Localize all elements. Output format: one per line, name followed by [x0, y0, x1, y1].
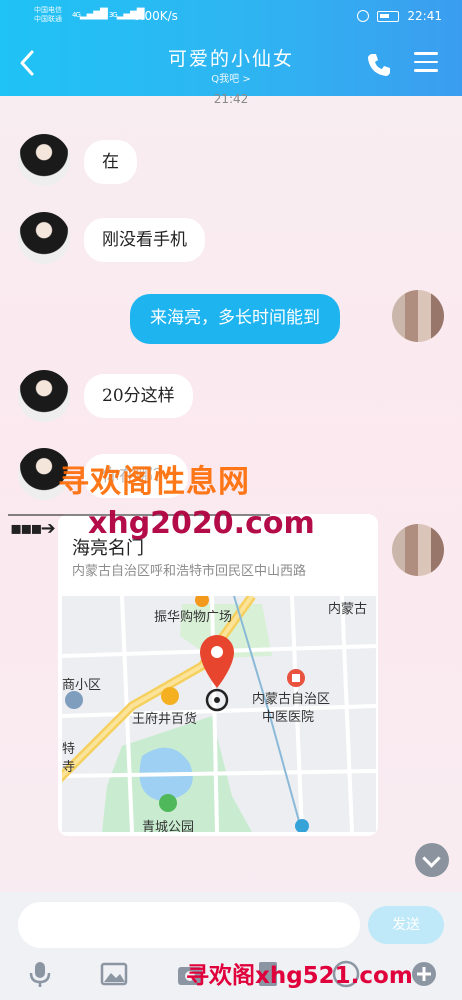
contact-avatar[interactable] [18, 212, 70, 264]
map-label: 商小区 [62, 678, 102, 693]
location-card[interactable]: 海亮名门 内蒙古自治区呼和浩特市回民区中山西路 振华购物广场 内蒙古 商小区 王… [58, 514, 378, 836]
carrier-1: 中国电信 [34, 6, 62, 14]
map-label: 王府井百货 [132, 712, 198, 727]
net-speed: 0.00K/s [133, 9, 178, 23]
my-avatar[interactable] [392, 290, 444, 342]
map-label: 青城公园 [142, 820, 195, 832]
message-timestamp: 21:42 [213, 92, 249, 106]
chat-subtitle[interactable]: Q我吧 > [0, 70, 462, 85]
map-label: 中医医院 [262, 710, 315, 725]
map-label: 振华购物广场 [154, 610, 233, 625]
status-clock: 22:41 [407, 9, 442, 23]
carrier-labels: 中国电信 中国联通 [34, 6, 62, 24]
image-icon[interactable] [100, 960, 128, 988]
map-label: 特 [62, 742, 76, 757]
message-bubble-sent: 来海亮，多长时间能到 [130, 294, 340, 344]
signal-1-label: 4G [72, 11, 81, 19]
scroll-down-button[interactable] [415, 843, 449, 877]
phone-icon[interactable] [366, 52, 392, 78]
watermark-bottom: 寻欢阁xhg521.com [186, 963, 413, 989]
my-avatar[interactable] [392, 524, 444, 576]
message-bubble-received: 20分这样 [84, 374, 193, 418]
carrier-2: 中国联通 [34, 15, 62, 23]
contact-avatar[interactable] [18, 370, 70, 422]
alarm-icon [357, 10, 370, 22]
signal-2-label: 3G [108, 11, 118, 19]
watermark-text: 寻欢阁性息网 [58, 464, 250, 500]
status-bar: 中国电信 中国联通 4G▂▄▆█ 3G▂▄▆█ 0.00K/s 22:41 [0, 6, 462, 26]
message-bubble-received: 在 [84, 140, 137, 184]
map-label: 内蒙古自治区 [252, 692, 331, 707]
microphone-icon[interactable] [26, 960, 54, 988]
top-bar: 中国电信 中国联通 4G▂▄▆█ 3G▂▄▆█ 0.00K/s 22:41 可爱… [0, 0, 462, 96]
menu-icon[interactable] [414, 52, 438, 74]
location-address: 内蒙古自治区呼和浩特市回民区中山西路 [72, 564, 307, 579]
map-label: 内蒙古 [328, 602, 368, 617]
chat-title: 可爱的小仙女 [167, 48, 294, 70]
message-bubble-received: 刚没看手机 [84, 218, 205, 262]
message-input[interactable] [18, 902, 360, 948]
map-preview[interactable]: 振华购物广场 内蒙古 商小区 王府井百货 内蒙古自治区 中医医院 青城公园 特 … [62, 596, 376, 832]
watermark-url: xhg2020.com [88, 506, 315, 541]
contact-avatar[interactable] [18, 134, 70, 186]
map-graphic [62, 596, 376, 832]
plus-icon[interactable] [410, 960, 438, 988]
arrow-icon: ▪▪▪➔ [10, 518, 56, 539]
battery-icon [377, 10, 400, 22]
map-label: 寺 [62, 760, 76, 775]
send-button[interactable]: 发送 [368, 906, 444, 944]
